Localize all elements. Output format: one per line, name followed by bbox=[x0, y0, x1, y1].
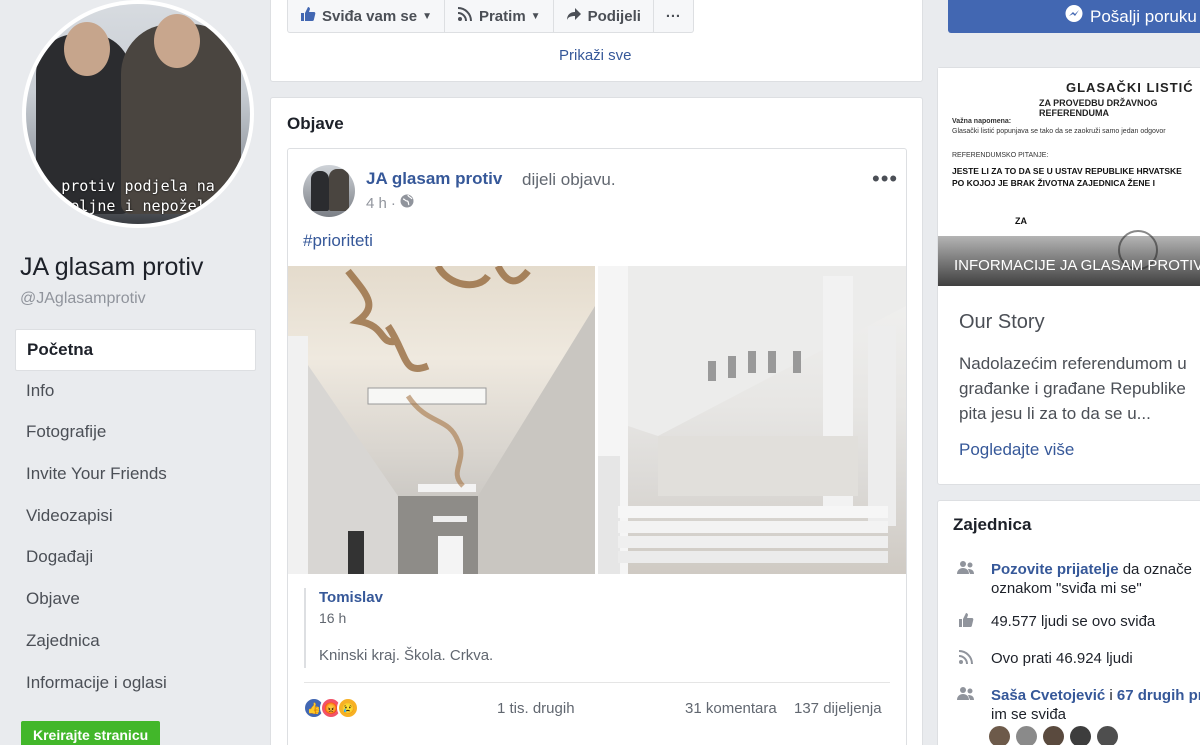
follows-row: Ovo prati 46.924 ljudi bbox=[955, 649, 1133, 670]
post-photo-school[interactable] bbox=[288, 266, 595, 574]
posts-heading: Objave bbox=[287, 114, 344, 133]
share-count[interactable]: 137 dijeljenja bbox=[794, 700, 882, 717]
ballot-subtitle: ZA PROVEDBU DRŽAVNOG REFERENDUMA bbox=[1039, 98, 1158, 118]
chevron-down-icon: ▼ bbox=[530, 10, 541, 22]
avatar[interactable] bbox=[1070, 726, 1091, 745]
friends-like-row: Saša Cvetojević i 67 drugih prijatelja i… bbox=[955, 686, 1200, 724]
page-title[interactable]: JA glasam protiv bbox=[20, 253, 203, 282]
thumbs-up-icon bbox=[955, 612, 977, 633]
rss-icon bbox=[457, 6, 479, 26]
ballot-question-line2: PO KOJOJ JE BRAK ŽIVOTNA ZAJEDNICA ŽENE … bbox=[952, 178, 1155, 188]
friend-avatars bbox=[989, 726, 1124, 745]
page-nav: Početna Info Fotografije Invite Your Fri… bbox=[15, 329, 256, 704]
create-page-button[interactable]: Kreirajte stranicu bbox=[21, 721, 161, 745]
comment-count[interactable]: 31 komentara bbox=[685, 700, 777, 717]
people-icon bbox=[955, 560, 977, 598]
ballot-note-label: Važna napomena: bbox=[952, 118, 1012, 125]
nav-item-photos[interactable]: Fotografije bbox=[15, 412, 256, 454]
nav-item-info[interactable]: Info bbox=[15, 371, 256, 413]
ballot-option: ZA bbox=[1015, 216, 1027, 226]
rss-icon bbox=[955, 649, 977, 670]
nav-item-videos[interactable]: Videozapisi bbox=[15, 496, 256, 538]
page-profile-picture[interactable]: protiv podjela na eljne i nepožel bbox=[22, 0, 254, 228]
nav-item-community[interactable]: Zajednica bbox=[15, 621, 256, 663]
chevron-down-icon: ▼ bbox=[422, 10, 432, 22]
likes-count: 49.577 ljudi se ovo sviđa bbox=[991, 613, 1156, 630]
invite-friends-link[interactable]: Pozovite prijatelje bbox=[991, 561, 1119, 578]
divider bbox=[304, 682, 890, 683]
post-options-icon[interactable]: ••• bbox=[872, 166, 898, 192]
avatar[interactable] bbox=[1097, 726, 1118, 745]
story-text: Nadolazećim referendumom u građanke i gr… bbox=[959, 354, 1187, 423]
shared-post-text: Kninski kraj. Škola. Crkva. bbox=[319, 647, 494, 664]
post-author-avatar[interactable] bbox=[303, 165, 355, 217]
messenger-icon bbox=[1064, 4, 1090, 29]
story-heading: Our Story bbox=[959, 311, 1045, 333]
people-icon bbox=[955, 686, 977, 724]
profile-picture-text: protiv podjela na eljne i nepožel bbox=[61, 177, 215, 215]
see-more-link[interactable]: Pogledajte više bbox=[959, 440, 1074, 460]
friend-name-link[interactable]: Saša Cvetojević bbox=[991, 687, 1105, 704]
other-friends-link[interactable]: 67 drugih prijatelja bbox=[1117, 687, 1200, 704]
ballot-title: GLASAČKI LISTIĆ bbox=[1066, 80, 1194, 95]
avatar[interactable] bbox=[1016, 726, 1037, 745]
nav-item-posts[interactable]: Objave bbox=[15, 579, 256, 621]
post-photo-church[interactable] bbox=[598, 266, 906, 574]
follow-button[interactable]: Pratim ▼ bbox=[445, 0, 554, 32]
nav-item-events[interactable]: Događaji bbox=[15, 537, 256, 579]
ballot-question-label: REFERENDUMSKO PITANJE: bbox=[952, 152, 1049, 159]
post-author-link[interactable]: JA glasam protiv bbox=[366, 169, 502, 189]
hashtag-link[interactable]: #prioriteti bbox=[303, 231, 373, 251]
more-options-button[interactable]: ··· bbox=[654, 0, 693, 32]
post-action-text: dijeli objavu. bbox=[522, 170, 616, 189]
post-timestamp[interactable]: 4 h · bbox=[366, 194, 414, 212]
nav-item-info-and-ads[interactable]: Informacije i oglasi bbox=[15, 663, 256, 705]
avatar[interactable] bbox=[989, 726, 1010, 745]
likes-row: 49.577 ljudi se ovo sviđa bbox=[955, 612, 1155, 633]
shared-timestamp[interactable]: 16 h bbox=[319, 610, 346, 626]
thumbs-up-icon bbox=[300, 6, 322, 26]
sad-icon: 😢 bbox=[337, 697, 359, 719]
nav-item-invite-friends[interactable]: Invite Your Friends bbox=[15, 454, 256, 496]
reactions-summary[interactable]: 👍 😡 😢 bbox=[303, 697, 359, 719]
shared-author-link[interactable]: Tomislav bbox=[319, 589, 383, 606]
community-heading: Zajednica bbox=[953, 515, 1032, 534]
page-action-bar: Sviđa vam se ▼ Pratim ▼ Podijeli ··· bbox=[287, 0, 694, 33]
ballot-question-line1: JESTE LI ZA TO DA SE U USTAV REPUBLIKE H… bbox=[952, 166, 1182, 176]
share-button[interactable]: Podijeli bbox=[554, 0, 654, 32]
like-page-button[interactable]: Sviđa vam se ▼ bbox=[288, 0, 445, 32]
page-handle[interactable]: @JAglasamprotiv bbox=[20, 290, 146, 308]
show-all-link[interactable]: Prikaži sve bbox=[559, 47, 632, 64]
avatar[interactable] bbox=[1043, 726, 1064, 745]
share-arrow-icon bbox=[566, 6, 588, 26]
globe-icon bbox=[400, 194, 414, 212]
send-message-button[interactable]: Pošalji poruku bbox=[948, 0, 1200, 33]
ballot-note: Glasački listić popunjava se tako da se … bbox=[952, 128, 1166, 135]
invite-friends-row: Pozovite prijatelje da označe oznakom "s… bbox=[955, 560, 1192, 598]
follows-count: Ovo prati 46.924 ljudi bbox=[991, 650, 1133, 667]
reaction-count[interactable]: 1 tis. drugih bbox=[497, 700, 575, 717]
cover-caption[interactable]: INFORMACIJE JA GLASAM PROTIV bbox=[954, 257, 1200, 274]
nav-item-home[interactable]: Početna bbox=[15, 329, 256, 371]
